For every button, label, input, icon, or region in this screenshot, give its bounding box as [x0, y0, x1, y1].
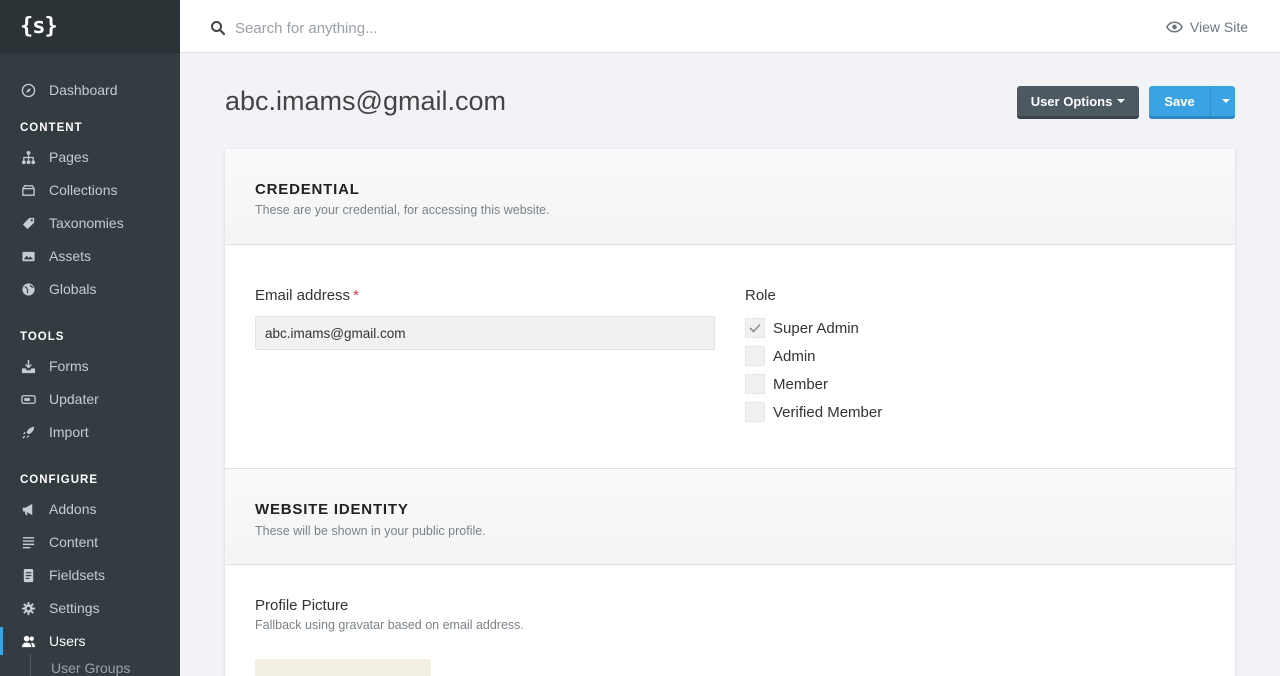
role-option-super-admin[interactable]: Super Admin: [745, 318, 859, 338]
sidebar-item-label: Forms: [49, 358, 89, 374]
sidebar-item-label: Settings: [49, 600, 100, 616]
user-options-label: User Options: [1030, 93, 1113, 109]
sidebar-item-collections[interactable]: Collections: [0, 176, 180, 204]
checkbox[interactable]: [745, 346, 765, 366]
compass-icon: [20, 82, 36, 98]
sidebar-item-assets[interactable]: Assets: [0, 242, 180, 270]
image-icon: [20, 248, 36, 264]
sidebar-item-label: Updater: [49, 391, 99, 407]
role-option-member[interactable]: Member: [745, 374, 828, 394]
sidebar-item-label: Dashboard: [49, 82, 118, 98]
page-title: abc.imams@gmail.com: [225, 86, 506, 116]
view-site-label: View Site: [1189, 19, 1248, 35]
email-label-text: Email address: [255, 287, 351, 304]
topbar: View Site: [180, 0, 1280, 53]
role-option-verified-member[interactable]: Verified Member: [745, 402, 882, 422]
section-description: These will be shown in your public profi…: [255, 524, 486, 538]
profile-picture-help: Fallback using gravatar based on email a…: [255, 618, 524, 632]
user-options-button[interactable]: User Options: [1017, 86, 1139, 119]
role-option-admin[interactable]: Admin: [745, 346, 816, 366]
megaphone-icon: [20, 501, 36, 517]
checkbox-checked[interactable]: [745, 318, 765, 338]
save-dropdown-toggle[interactable]: [1210, 86, 1235, 116]
sidebar-subitem-user-groups[interactable]: User Groups: [51, 660, 130, 676]
role-label-text: Super Admin: [773, 319, 859, 337]
search-input[interactable]: [235, 14, 835, 42]
sidebar: {s} Dashboard CONTENT Pages Collections …: [0, 0, 180, 676]
sidebar-item-label: Fieldsets: [49, 567, 106, 583]
logo[interactable]: {s}: [20, 14, 58, 39]
caret-down-icon: [1221, 99, 1230, 103]
required-mark: *: [353, 287, 359, 304]
sidebar-item-taxonomies[interactable]: Taxonomies: [0, 209, 180, 237]
sidebar-item-label: Addons: [49, 501, 97, 517]
save-button[interactable]: Save: [1149, 86, 1210, 116]
role-label-text: Admin: [773, 347, 816, 365]
sidebar-item-content[interactable]: Content: [0, 528, 180, 556]
sidebar-item-fieldsets[interactable]: Fieldsets: [0, 561, 180, 589]
lines-icon: [20, 534, 36, 550]
sidebar-item-addons[interactable]: Addons: [0, 495, 180, 523]
logo-bar: {s}: [0, 0, 180, 53]
sidebar-item-pages[interactable]: Pages: [0, 143, 180, 171]
subnav-line: [30, 654, 31, 676]
profile-picture-label: Profile Picture: [255, 597, 349, 614]
section-title: CREDENTIAL: [255, 181, 360, 198]
sidebar-item-import[interactable]: Import: [0, 418, 180, 446]
email-field[interactable]: [255, 316, 715, 350]
user-form-card: CREDENTIAL These are your credential, fo…: [225, 149, 1235, 676]
sidebar-item-users[interactable]: Users: [0, 627, 180, 655]
email-label: Email address *: [255, 287, 359, 304]
sidebar-item-forms[interactable]: Forms: [0, 352, 180, 380]
rocket-icon: [20, 424, 36, 440]
view-site-link[interactable]: View Site: [1165, 19, 1248, 35]
profile-picture-preview[interactable]: [255, 659, 431, 676]
identity-section-header: WEBSITE IDENTITY These will be shown in …: [225, 468, 1235, 565]
sidebar-item-label: Globals: [49, 281, 97, 297]
sidebar-item-label: Taxonomies: [49, 215, 124, 231]
content-heading: CONTENT: [20, 122, 83, 134]
sidebar-item-settings[interactable]: Settings: [0, 594, 180, 622]
section-title: WEBSITE IDENTITY: [255, 501, 409, 518]
sidebar-item-label: Assets: [49, 248, 92, 264]
download-tray-icon: [20, 358, 36, 374]
checkbox[interactable]: [745, 402, 765, 422]
updater-icon: [20, 391, 36, 407]
tools-heading: TOOLS: [20, 331, 65, 343]
role-label: Role: [745, 287, 776, 304]
sidebar-item-label: Collections: [49, 182, 118, 198]
tag-icon: [20, 215, 36, 231]
sidebar-item-label: Users: [49, 633, 86, 649]
fieldset-icon: [20, 567, 36, 583]
credential-section-header: CREDENTIAL These are your credential, fo…: [225, 149, 1235, 245]
collections-icon: [20, 182, 36, 198]
eye-icon: [1165, 21, 1183, 33]
sidebar-item-updater[interactable]: Updater: [0, 385, 180, 413]
search-icon: [211, 21, 226, 36]
sidebar-item-dashboard[interactable]: Dashboard: [0, 76, 180, 104]
section-description: These are your credential, for accessing…: [255, 203, 550, 217]
caret-down-icon: [1117, 99, 1126, 103]
save-button-group: Save: [1149, 86, 1235, 119]
sitemap-icon: [20, 149, 36, 165]
sidebar-item-label: Pages: [49, 149, 89, 165]
configure-heading: CONFIGURE: [20, 474, 98, 486]
sidebar-item-label: Content: [49, 534, 99, 550]
globe-icon: [20, 281, 36, 297]
role-label-text: Verified Member: [773, 403, 883, 421]
role-label-text: Member: [773, 375, 829, 393]
checkbox[interactable]: [745, 374, 765, 394]
gear-icon: [20, 600, 36, 616]
users-icon: [20, 633, 36, 649]
check-icon: [749, 323, 761, 333]
sidebar-item-globals[interactable]: Globals: [0, 275, 180, 303]
sidebar-item-label: Import: [49, 424, 89, 440]
